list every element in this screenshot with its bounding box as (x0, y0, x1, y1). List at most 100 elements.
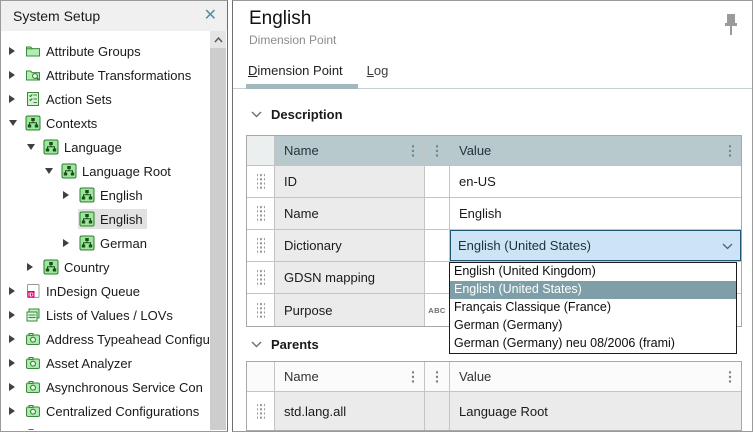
attribute-value[interactable]: en-US (450, 166, 741, 198)
dictionary-combobox[interactable]: English (United States) (450, 230, 741, 261)
row-handle[interactable] (247, 294, 275, 326)
close-icon[interactable]: ✕ (204, 8, 217, 24)
tree-item-attribute-groups[interactable]: Attribute Groups (1, 39, 210, 63)
dropdown-option-fran-ais-classique-france[interactable]: Français Classique (France) (450, 299, 736, 317)
tree-item-address-typeahead-configu[interactable]: Address Typeahead Configu (1, 327, 210, 351)
tree-node[interactable]: Country (42, 257, 114, 277)
chevron-right-icon[interactable] (63, 238, 75, 248)
column-menu-icon[interactable] (411, 144, 415, 158)
drag-grip-icon[interactable] (257, 403, 265, 420)
chevron-down-icon[interactable] (722, 238, 733, 253)
tree-item-label: Centralized Configurations (46, 404, 199, 419)
tree-node[interactable]: English (78, 185, 147, 205)
tree-item-attribute-transformations[interactable]: Attribute Transformations (1, 63, 210, 87)
row-handle[interactable] (247, 392, 275, 430)
scroll-up-button[interactable] (210, 31, 226, 48)
name-column-header[interactable]: Name (275, 136, 425, 166)
tree-node[interactable]: Attribute Groups (24, 41, 145, 61)
attribute-value[interactable]: English (450, 198, 741, 230)
tree-item-blank[interactable] (1, 423, 210, 430)
tree-node[interactable]: Contexts (24, 113, 101, 133)
tree-node[interactable]: Action Sets (24, 89, 116, 109)
chevron-right-icon[interactable] (9, 94, 21, 104)
tree-item-lists-of-values-lovs[interactable]: Lists of Values / LOVs (1, 303, 210, 327)
chevron-down-icon[interactable] (27, 142, 39, 152)
tree-node[interactable]: Attribute Transformations (24, 65, 195, 85)
chevron-right-icon[interactable] (63, 190, 75, 200)
chevron-right-icon[interactable] (9, 286, 21, 296)
tree-node[interactable]: German (78, 233, 151, 253)
tree-item-asynchronous-service-con[interactable]: Asynchronous Service Con (1, 375, 210, 399)
type-column-header[interactable] (425, 362, 450, 392)
tree-item-indesign-queue[interactable]: IDInDesign Queue (1, 279, 210, 303)
chevron-right-icon[interactable] (27, 262, 39, 272)
column-menu-icon[interactable] (411, 370, 415, 384)
column-menu-icon[interactable] (728, 370, 732, 384)
tree-node[interactable]: IDInDesign Queue (24, 281, 144, 301)
tree-node[interactable]: Language Root (60, 161, 175, 181)
tree-node[interactable]: Language (42, 137, 126, 157)
dropdown-option-english-united-kingdom[interactable]: English (United Kingdom) (450, 263, 736, 281)
chevron-right-icon[interactable] (9, 70, 21, 80)
tree-item-label: English (100, 188, 143, 203)
chevron-right-icon[interactable] (9, 334, 21, 344)
scrollbar-thumb[interactable] (210, 48, 226, 430)
dropdown-option-german-germany[interactable]: German (Germany) (450, 317, 736, 335)
tree-item-asset-analyzer[interactable]: Asset Analyzer (1, 351, 210, 375)
tree-item-centralized-configurations[interactable]: Centralized Configurations (1, 399, 210, 423)
panel-title: System Setup (13, 8, 204, 24)
chevron-down-icon[interactable] (45, 166, 57, 176)
type-column-header[interactable] (425, 136, 450, 166)
tree-item-contexts[interactable]: Contexts (1, 111, 210, 135)
pushpin-icon[interactable] (723, 13, 739, 44)
row-handle[interactable] (247, 198, 275, 230)
tree-item-language[interactable]: Language (1, 135, 210, 159)
chevron-right-icon[interactable] (9, 46, 21, 56)
column-menu-icon[interactable] (435, 370, 439, 384)
chevron-down-icon[interactable] (9, 118, 21, 128)
tab-dimension-point[interactable]: Dimension Point (248, 63, 343, 78)
tree-scrollbar[interactable] (210, 31, 226, 430)
table-header-row: Name Value (247, 362, 741, 392)
chevron-right-icon[interactable] (9, 406, 21, 416)
row-handle[interactable] (247, 262, 275, 294)
chevron-right-icon[interactable] (9, 382, 21, 392)
parents-section-header[interactable]: Parents (251, 337, 319, 352)
dropdown-option-german-germany-neu-08-2006-frami[interactable]: German (Germany) neu 08/2006 (frami) (450, 335, 736, 353)
tab-log[interactable]: Log (367, 63, 389, 78)
tree-node[interactable]: Centralized Configurations (24, 401, 203, 421)
drag-grip-icon[interactable] (257, 237, 265, 254)
tree-item-label: Address Typeahead Configu (46, 332, 210, 347)
chevron-right-icon[interactable] (9, 310, 21, 320)
header-handle-cell (247, 136, 275, 166)
drag-grip-icon[interactable] (257, 205, 265, 222)
tree-item-german[interactable]: German (1, 231, 210, 255)
tree-node[interactable]: Asynchronous Service Con (24, 377, 207, 397)
tree-node[interactable]: Asset Analyzer (24, 353, 136, 373)
tree-item-english[interactable]: English (1, 207, 210, 231)
drag-grip-icon[interactable] (257, 173, 265, 190)
tree-node[interactable]: Address Typeahead Configu (24, 329, 210, 349)
column-menu-icon[interactable] (435, 144, 439, 158)
description-section-header[interactable]: Description (251, 107, 343, 122)
drag-grip-icon[interactable] (257, 269, 265, 286)
tree-node[interactable]: English (78, 209, 147, 229)
tree-item-english[interactable]: English (1, 183, 210, 207)
value-column-header[interactable]: Value (450, 362, 741, 392)
column-menu-icon[interactable] (728, 144, 732, 158)
parent-value[interactable]: Language Root (450, 392, 741, 430)
name-column-header[interactable]: Name (275, 362, 425, 392)
tree-item-country[interactable]: Country (1, 255, 210, 279)
tree-node[interactable] (24, 425, 50, 430)
chevron-right-icon[interactable] (9, 358, 21, 368)
tree-item-language-root[interactable]: Language Root (1, 159, 210, 183)
arrow-placeholder (63, 214, 75, 224)
row-handle[interactable] (247, 230, 275, 262)
tree-item-label: Asset Analyzer (46, 356, 132, 371)
tree-node[interactable]: Lists of Values / LOVs (24, 305, 177, 325)
value-column-header[interactable]: Value (450, 136, 741, 166)
tree-item-action-sets[interactable]: Action Sets (1, 87, 210, 111)
drag-grip-icon[interactable] (257, 302, 265, 319)
row-handle[interactable] (247, 166, 275, 198)
dropdown-option-english-united-states[interactable]: English (United States) (450, 281, 736, 299)
